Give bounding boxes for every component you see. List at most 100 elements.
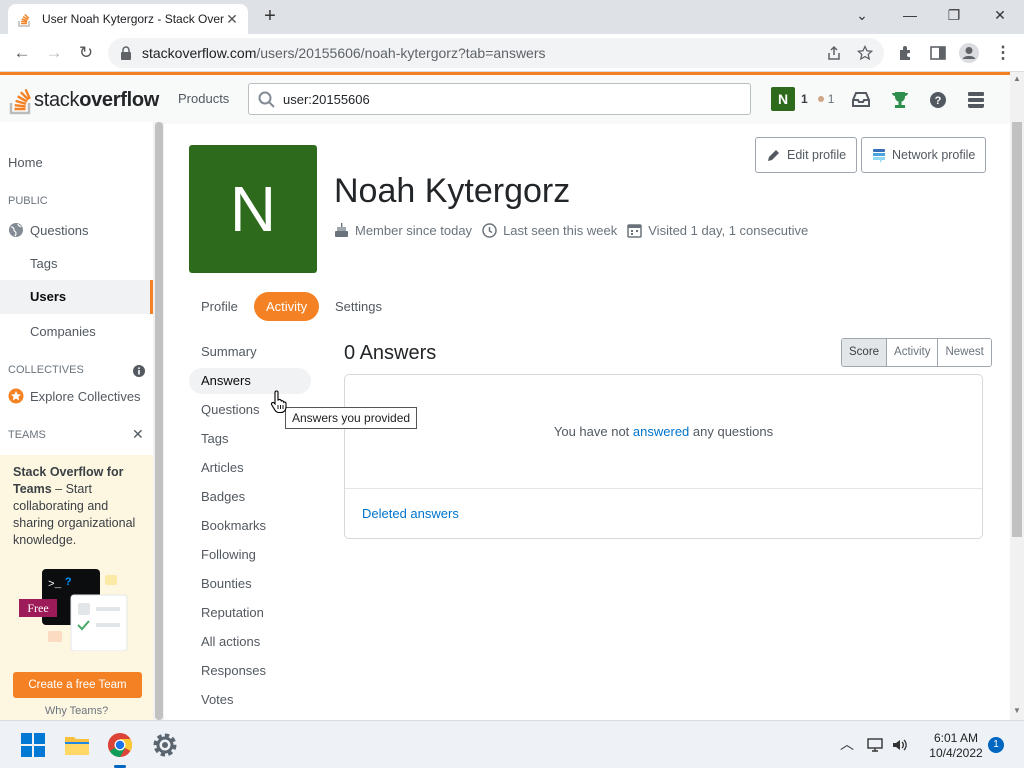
page-scrollbar-thumb[interactable] [1012,122,1022,537]
activity-nav-responses[interactable]: Responses [189,658,311,684]
page-scrollbar[interactable]: ▲ ▼ [1010,72,1024,720]
activity-nav-badges[interactable]: Badges [189,484,311,510]
forward-arrow-icon[interactable]: → [42,42,66,64]
stackexchange-icon [873,148,885,163]
windows-taskbar: ︿ 6:01 AM 10/4/2022 1 [0,720,1024,768]
free-badge: Free [19,599,57,617]
sort-score-button[interactable]: Score [842,339,887,366]
visited: Visited 1 day, 1 consecutive [627,223,808,238]
tab-search-chevron-icon[interactable]: ⌄ [840,4,884,28]
bronze-badge-count: 1 [827,92,835,106]
profile-name: Noah Kytergorz [334,172,571,210]
deleted-answers-link[interactable]: Deleted answers [362,506,459,521]
user-card-link[interactable]: N 1 1 [771,87,834,111]
close-window-button[interactable]: ✕ [978,4,1022,28]
scroll-down-arrow-icon[interactable]: ▼ [1013,706,1021,715]
profile-avatar-icon[interactable] [958,42,980,64]
sidebar-item-home[interactable]: Home [8,155,43,170]
last-seen-text: Last seen this week [503,222,618,238]
settings-gear-icon[interactable] [149,729,181,761]
clock-time: 6:01 AM [933,731,979,745]
sidebar-heading-teams: TEAMS [8,429,46,441]
edit-profile-label: Edit profile [787,148,847,162]
help-icon[interactable]: ? [927,89,949,111]
clock-date: 10/4/2022 [929,746,983,760]
activity-nav-reputation[interactable]: Reputation [189,600,311,626]
activity-nav-bounties[interactable]: Bounties [189,571,311,597]
sort-newest-button[interactable]: Newest [937,339,991,366]
bookmark-star-icon[interactable] [857,45,873,61]
file-explorer-icon[interactable] [61,729,93,761]
achievements-trophy-icon[interactable] [889,89,911,111]
answers-panel: You have not answered any questions Dele… [344,374,983,539]
network-profile-button[interactable]: Network profile [861,137,987,173]
address-bar[interactable]: stackoverflow.com/users/20155606/noah-ky… [108,38,884,68]
site-switcher-icon[interactable] [965,89,987,111]
site-header: stack overflow Products user:20155606 N 1… [0,72,1010,122]
extensions-puzzle-icon[interactable] [897,44,915,62]
minimize-button[interactable]: — [888,4,932,28]
activity-nav-tags[interactable]: Tags [189,426,311,452]
activity-nav-summary[interactable]: Summary [189,339,311,365]
tab-settings[interactable]: Settings [323,292,394,321]
bronze-badge-icon [817,96,824,102]
activity-nav-answers[interactable]: Answers [189,368,311,394]
globe-icon [9,223,23,237]
activity-nav-following[interactable]: Following [189,542,311,568]
calendar-icon [627,223,642,238]
browser-tab[interactable]: User Noah Kytergorz - Stack Overflow ✕ [8,4,248,34]
activity-nav-votes[interactable]: Votes [189,687,311,713]
browser-menu-icon[interactable]: ⋮ [991,42,1015,64]
last-seen: Last seen this week [482,223,617,238]
sidebar-item-explore-collectives[interactable]: Explore Collectives [8,388,141,404]
inbox-icon[interactable] [850,89,872,111]
restore-button[interactable]: ❐ [932,4,976,28]
sort-button-group: Score Activity Newest [841,338,992,367]
answered-link[interactable]: answered [633,424,689,439]
logo-text-stack: stack [34,88,80,111]
search-input[interactable]: user:20155606 [248,83,751,115]
side-panel-icon[interactable] [929,44,947,62]
new-tab-button[interactable]: + [258,6,282,28]
create-free-team-button[interactable]: Create a free Team [13,672,142,698]
url-text: stackoverflow.com/users/20155606/noah-ky… [142,45,546,61]
teams-promo: Stack Overflow for Teams – Start collabo… [0,455,153,720]
empty-suffix: any questions [689,424,774,439]
activity-nav-all-actions[interactable]: All actions [189,629,311,655]
empty-state-message: You have not answered any questions [345,424,982,439]
edit-profile-button[interactable]: Edit profile [755,137,858,173]
tab-profile[interactable]: Profile [189,292,250,321]
tab-activity[interactable]: Activity [254,292,320,321]
hand-cursor-icon [270,390,287,414]
close-icon[interactable]: ✕ [132,426,144,443]
sidebar-scrollbar-thumb[interactable] [155,122,163,720]
info-icon[interactable] [133,365,145,377]
share-icon[interactable] [826,45,842,61]
profile-meta: Member since today Last seen this week V… [334,222,818,238]
tab-close-icon[interactable]: ✕ [224,11,240,27]
products-menu[interactable]: Products [178,91,229,106]
tray-chevron-up-icon[interactable]: ︿ [840,734,854,754]
volume-icon[interactable] [891,737,909,753]
svg-text:?: ? [935,95,942,107]
windows-start-icon[interactable] [17,729,49,761]
system-clock[interactable]: 6:01 AM 10/4/2022 [916,731,996,761]
sidebar-item-companies[interactable]: Companies [30,324,96,339]
sidebar-item-questions[interactable]: Questions [8,222,89,238]
lock-icon [121,46,131,60]
why-teams-link[interactable]: Why Teams? [0,705,153,717]
back-arrow-icon[interactable]: ← [10,42,34,64]
chrome-icon[interactable] [104,729,136,761]
reload-icon[interactable]: ↻ [74,42,98,64]
sort-activity-button[interactable]: Activity [886,339,938,366]
stackoverflow-logo[interactable]: stack overflow [8,83,159,117]
activity-nav-bookmarks[interactable]: Bookmarks [189,513,311,539]
notification-count-badge[interactable]: 1 [988,737,1004,753]
user-avatar: N [771,87,795,111]
network-icon[interactable] [866,737,884,753]
scroll-up-arrow-icon[interactable]: ▲ [1013,74,1021,83]
sidebar-item-tags[interactable]: Tags [30,256,57,271]
activity-nav-articles[interactable]: Articles [189,455,311,481]
sidebar-item-users[interactable]: Users [0,280,153,314]
sidebar-scrollbar[interactable] [153,122,164,720]
